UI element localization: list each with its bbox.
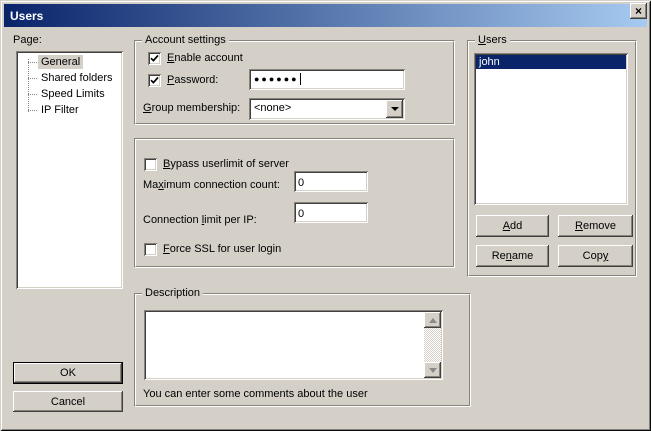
checkmark-icon [150,54,159,63]
users-dialog: Users × Page: General Shared folders Spe… [0,0,651,431]
bypass-userlimit-checkbox[interactable] [144,158,157,171]
rename-button[interactable]: Rename [476,245,549,267]
tree-item-label: General [38,55,83,69]
description-title: Description [142,287,203,300]
description-caption: You can enter some comments about the us… [143,388,368,401]
user-list-item[interactable]: john [476,55,626,69]
description-textarea[interactable] [144,310,443,380]
ok-button-label: OK [60,367,76,379]
window-title: Users [10,9,43,23]
close-button[interactable]: × [630,3,647,19]
connection-limit-per-ip-input[interactable] [294,202,368,223]
scrollbar-down-button[interactable] [424,362,441,378]
title-bar: Users [4,4,647,27]
close-icon: × [635,6,642,16]
rename-button-label: Rename [492,250,534,262]
description-scrollbar[interactable] [424,312,441,378]
users-group: Users john Add Remove Rename Copy [467,40,637,277]
max-connection-count-label: Maximum connection count: [143,179,280,192]
remove-button[interactable]: Remove [558,215,633,237]
cancel-button-label: Cancel [51,396,85,408]
arrow-down-icon [429,368,437,373]
add-button[interactable]: Add [476,215,549,237]
tree-item-label: Speed Limits [38,87,108,101]
combobox-arrow-button[interactable] [386,100,403,118]
copy-button[interactable]: Copy [558,245,633,267]
users-group-title: Users [475,34,510,47]
tree-item-general[interactable]: General [16,54,123,70]
tree-branch [28,94,37,95]
enable-account-checkbox[interactable] [148,52,161,65]
users-listbox[interactable]: john [474,53,628,205]
tree-item-shared-folders[interactable]: Shared folders [16,70,123,86]
password-input[interactable]: ●●●●●● [249,69,405,90]
add-button-label: Add [503,220,523,232]
password-value: ●●●●●● [254,74,299,84]
tree-item-label: IP Filter [38,103,82,117]
scrollbar-up-button[interactable] [424,312,441,328]
group-membership-label: Group membership: [143,102,240,115]
tree-branch [28,62,37,63]
ok-button[interactable]: OK [13,362,123,384]
password-checkbox[interactable] [148,74,161,87]
group-membership-combobox[interactable]: <none> [249,98,405,120]
combobox-value: <none> [254,102,291,115]
chevron-down-icon [391,107,399,111]
copy-button-label: Copy [583,250,609,262]
max-connection-count-input[interactable] [294,171,368,192]
tree-item-label: Shared folders [38,71,116,85]
page-label: Page: [13,34,42,47]
tree-branch [28,78,37,79]
user-name: john [479,56,500,68]
account-settings-title: Account settings [142,34,229,47]
enable-account-label: Enable account [167,52,243,65]
force-ssl-label: Force SSL for user login [163,243,281,256]
password-label: Password: [167,74,218,87]
checkmark-icon [150,76,159,85]
tree-branch [28,110,37,111]
bypass-userlimit-label: Bypass userlimit of server [163,158,289,171]
tree-item-ip-filter[interactable]: IP Filter [16,102,123,118]
tree-item-speed-limits[interactable]: Speed Limits [16,86,123,102]
arrow-up-icon [429,318,437,323]
description-group: Description You can enter some comments … [134,293,471,407]
connection-limits-group: Bypass userlimit of server Maximum conne… [134,138,455,268]
cancel-button[interactable]: Cancel [13,391,123,412]
connection-limit-per-ip-label: Connection limit per IP: [143,214,257,227]
force-ssl-checkbox[interactable] [144,243,157,256]
page-tree[interactable]: General Shared folders Speed Limits IP F… [16,51,123,289]
account-settings-group: Account settings Enable account Password… [134,40,455,125]
text-caret [300,73,301,85]
remove-button-label: Remove [575,220,616,232]
